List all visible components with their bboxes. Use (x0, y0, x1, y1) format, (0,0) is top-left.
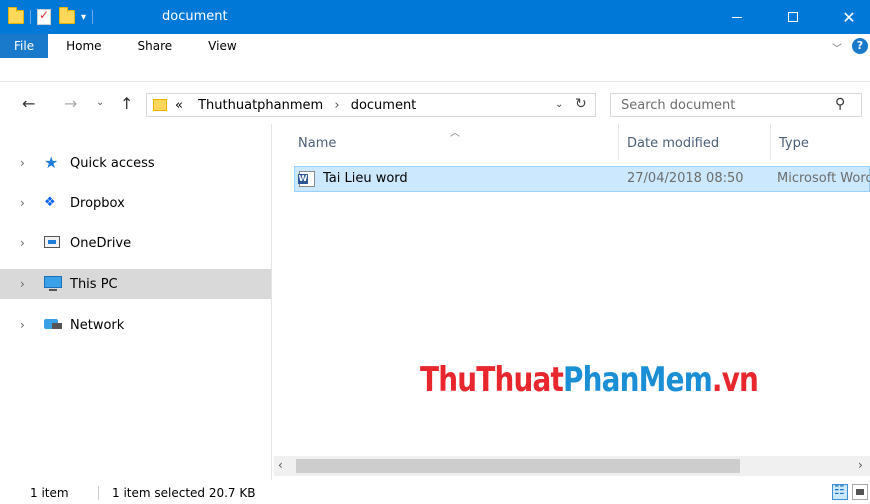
folder-icon (153, 99, 167, 111)
address-bar[interactable]: « Thuthuatphanmem › document ⌄ ↻ (146, 93, 596, 117)
file-type: Microsoft Word (777, 171, 870, 186)
nav-item-label: OneDrive (70, 235, 132, 251)
breadcrumb-chevron-icon: › (334, 98, 340, 113)
watermark-part: .vn (711, 360, 759, 400)
minimize-button[interactable] (714, 0, 760, 34)
search-icon[interactable]: ⚲ (835, 96, 845, 112)
window-title: document (162, 9, 228, 24)
expand-chevron-icon[interactable]: › (20, 277, 32, 291)
search-box[interactable]: Search document ⚲ (610, 93, 862, 117)
recent-locations-icon[interactable]: ⌄ (96, 97, 104, 108)
up-arrow-icon[interactable]: ↑ (120, 94, 133, 113)
close-icon: ✕ (842, 7, 856, 27)
expand-ribbon-icon[interactable]: ﹀ (832, 40, 842, 55)
maximize-button[interactable] (770, 0, 816, 34)
minimize-icon (732, 16, 742, 18)
breadcrumb-item[interactable]: document (351, 98, 417, 113)
expand-chevron-icon[interactable]: › (20, 196, 32, 210)
tab-home[interactable]: Home (48, 34, 119, 58)
star-icon: ★ (44, 153, 59, 172)
maximize-icon (788, 12, 798, 22)
folder-icon (8, 7, 24, 24)
scroll-left-icon[interactable]: ‹ (278, 458, 283, 472)
nav-item-network[interactable]: › Network (0, 310, 271, 340)
horizontal-scrollbar[interactable]: ‹ › (274, 456, 870, 476)
address-dropdown-icon[interactable]: ⌄ (555, 99, 563, 110)
toolbar-separator (30, 10, 31, 24)
selection-info: 1 item selected 20.7 KB (112, 486, 256, 500)
tab-view[interactable]: View (190, 34, 254, 58)
file-name: Tai Lieu word (323, 171, 408, 186)
refresh-icon[interactable]: ↻ (575, 96, 587, 112)
new-folder-icon[interactable] (59, 7, 75, 24)
expand-chevron-icon[interactable]: › (20, 236, 32, 250)
tab-share[interactable]: Share (120, 34, 191, 58)
column-header-type[interactable]: Type (770, 124, 870, 160)
ribbon-tabs: File Home Share View (0, 34, 255, 58)
status-separator (98, 486, 99, 500)
nav-item-label: Dropbox (70, 195, 125, 211)
navigation-bar: ← → ⌄ ↑ « Thuthuatphanmem › document ⌄ ↻… (0, 88, 870, 122)
file-row[interactable]: Tai Lieu word 27/04/2018 08:50 Microsoft… (294, 166, 870, 192)
nav-item-label: Network (70, 317, 125, 333)
column-header-name[interactable]: Name (290, 124, 618, 160)
column-header-date-modified[interactable]: Date modified (618, 124, 770, 160)
network-icon (44, 317, 64, 333)
breadcrumb-item[interactable]: Thuthuatphanmem (198, 98, 323, 113)
properties-icon[interactable] (37, 8, 51, 25)
watermark-part: PhanMem (563, 360, 713, 400)
item-count: 1 item (30, 486, 69, 500)
word-document-icon (298, 171, 315, 187)
nav-item-onedrive[interactable]: › OneDrive (0, 228, 271, 258)
breadcrumb: « Thuthuatphanmem › document (175, 98, 416, 113)
toolbar-separator (92, 10, 94, 24)
search-input[interactable]: Search document (621, 98, 735, 113)
onedrive-icon (44, 235, 64, 251)
breadcrumb-overflow[interactable]: « (175, 98, 183, 113)
scroll-right-icon[interactable]: › (858, 458, 863, 472)
computer-icon (44, 276, 64, 292)
help-icon[interactable]: ? (852, 38, 868, 54)
navigation-pane: › ★ Quick access › ❖ Dropbox › OneDrive … (0, 124, 272, 480)
back-arrow-icon[interactable]: ← (22, 94, 35, 113)
nav-item-label: This PC (70, 276, 118, 292)
file-date-modified: 27/04/2018 08:50 (627, 171, 744, 186)
scrollbar-thumb[interactable] (296, 459, 740, 473)
large-icons-view-icon[interactable] (852, 484, 868, 500)
nav-item-quick-access[interactable]: › ★ Quick access (0, 148, 271, 178)
quick-access-toolbar: ▾ (8, 7, 99, 26)
details-view-icon[interactable] (832, 483, 848, 500)
customize-toolbar-icon[interactable]: ▾ (81, 12, 86, 23)
nav-item-dropbox[interactable]: › ❖ Dropbox (0, 188, 271, 218)
forward-arrow-icon[interactable]: → (64, 94, 77, 113)
close-button[interactable]: ✕ (826, 0, 870, 34)
ribbon: File Home Share View ﹀ ? (0, 34, 870, 82)
nav-item-label: Quick access (70, 155, 155, 171)
nav-item-this-pc[interactable]: › This PC (0, 269, 271, 299)
dropbox-icon: ❖ (44, 195, 56, 210)
watermark: ThuThuatPhanMem.vn (420, 360, 759, 400)
expand-chevron-icon[interactable]: › (20, 156, 32, 170)
watermark-part: ThuThuat (420, 360, 564, 400)
status-bar: 1 item 1 item selected 20.7 KB (0, 480, 870, 504)
file-list: ︿ Name Date modified Type Tai Lieu word … (272, 124, 870, 456)
tab-file[interactable]: File (0, 34, 49, 58)
title-bar: ▾ document ✕ (0, 0, 870, 34)
expand-chevron-icon[interactable]: › (20, 318, 32, 332)
